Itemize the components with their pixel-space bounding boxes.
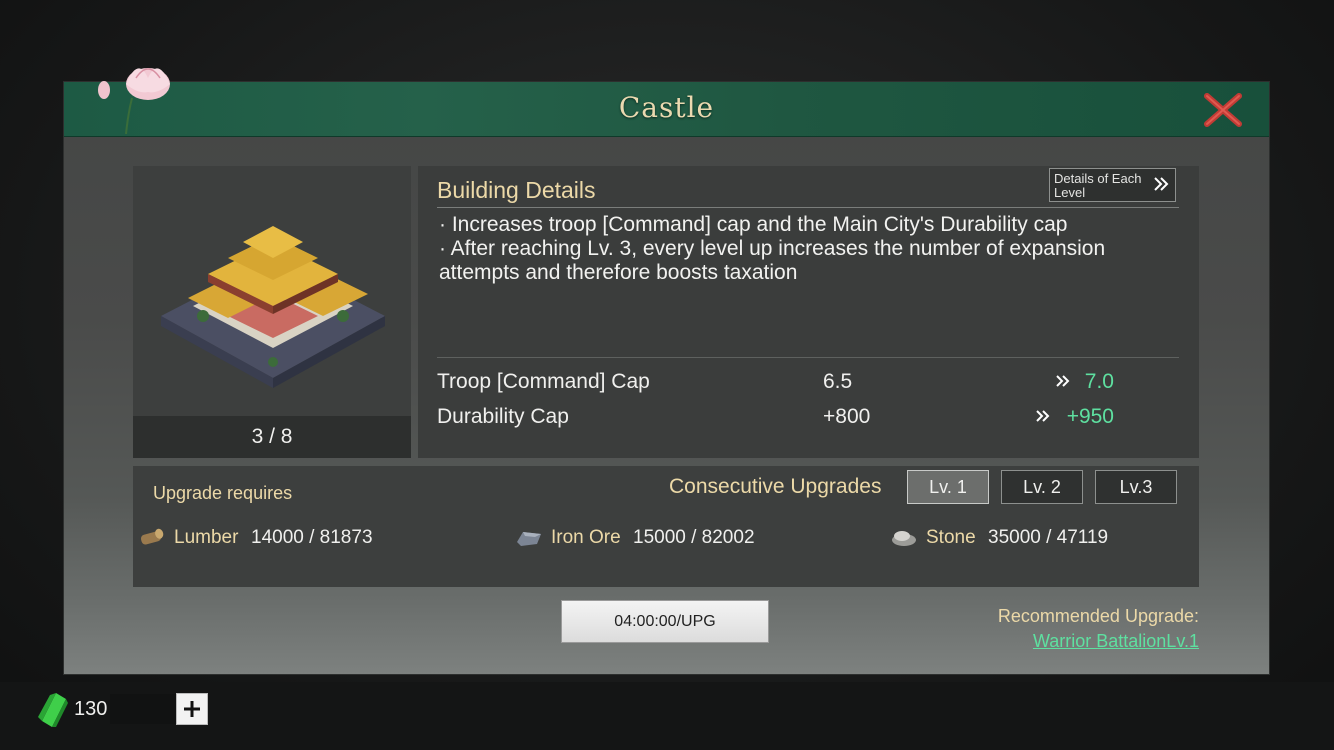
jade-icon xyxy=(38,693,68,727)
resource-amount: 35000 / 47119 xyxy=(988,527,1109,548)
building-level-count: 3 / 8 xyxy=(251,425,293,448)
resource-iron-ore: Iron Ore 15000 / 82002 xyxy=(515,526,775,552)
upgrade-requires-label: Upgrade requires xyxy=(153,483,293,503)
jade-amount: 130 xyxy=(74,698,108,720)
close-button[interactable] xyxy=(1203,92,1243,128)
resource-lumber: Lumber 14000 / 81873 xyxy=(138,526,398,552)
stat-name: Durability Cap xyxy=(437,405,569,428)
level-3-button[interactable]: Lv.3 xyxy=(1095,470,1177,504)
building-description: · Increases troop [Command] cap and the … xyxy=(439,213,1179,285)
plus-icon xyxy=(184,701,200,717)
details-each-level-button[interactable]: Details of Each Level xyxy=(1049,168,1176,202)
resource-name: Lumber xyxy=(174,527,239,548)
description-line: · Increases troop [Command] cap and the … xyxy=(439,213,1068,236)
resource-amount: 15000 / 82002 xyxy=(633,527,755,548)
recommended-upgrade-link[interactable]: Warrior BattalionLv.1 xyxy=(998,629,1199,654)
resource-amount: 14000 / 81873 xyxy=(251,527,373,548)
stat-row-durability-cap: Durability Cap +800 +950 xyxy=(437,405,1179,435)
jade-amount-field xyxy=(110,694,176,724)
stat-name: Troop [Command] Cap xyxy=(437,370,650,393)
lumber-icon xyxy=(140,528,164,545)
double-chevron-right-icon xyxy=(1036,410,1050,422)
resource-name: Iron Ore xyxy=(551,527,621,548)
stat-current-value: 6.5 xyxy=(823,370,853,393)
resource-stone: Stone 35000 / 47119 xyxy=(890,526,1150,552)
castle-building-image xyxy=(161,226,385,388)
building-details-panel: Building Details Details of Each Level ·… xyxy=(418,166,1199,458)
iron-ore-icon xyxy=(517,532,541,546)
description-line: · After reaching Lv. 3, every level up i… xyxy=(439,237,1106,284)
details-each-level-label: Details of Each Level xyxy=(1054,171,1142,200)
double-chevron-right-icon xyxy=(1056,375,1070,387)
lotus-ornament-icon xyxy=(98,68,170,134)
castle-dialog: Castle 3 / 8 Building Details Details of… xyxy=(64,68,1269,674)
divider xyxy=(437,357,1179,358)
stat-next-value: 7.0 xyxy=(1084,370,1114,393)
divider xyxy=(437,207,1179,208)
dialog-title: Castle xyxy=(618,91,715,124)
upgrade-requirements-panel: Upgrade requires Consecutive Upgrades Lv… xyxy=(133,466,1199,587)
stat-next-value: +950 xyxy=(1066,405,1114,428)
stat-current-value: +800 xyxy=(823,405,871,428)
recommended-upgrade: Recommended Upgrade: Warrior BattalionLv… xyxy=(998,604,1199,654)
resource-name: Stone xyxy=(926,527,976,548)
level-2-button[interactable]: Lv. 2 xyxy=(1001,470,1083,504)
double-chevron-right-icon xyxy=(1154,177,1169,191)
title-bar: Castle xyxy=(64,82,1269,137)
building-image-panel: 3 / 8 xyxy=(133,166,411,458)
upgrade-timer-button[interactable]: 04:00:00/UPG xyxy=(561,600,769,643)
consecutive-upgrades-label: Consecutive Upgrades xyxy=(669,475,882,498)
stone-icon xyxy=(892,531,916,546)
add-jade-button[interactable] xyxy=(176,693,208,725)
stat-row-troop-command-cap: Troop [Command] Cap 6.5 7.0 xyxy=(437,370,1179,400)
level-1-button[interactable]: Lv. 1 xyxy=(907,470,989,504)
details-heading: Building Details xyxy=(437,177,596,203)
recommended-upgrade-label: Recommended Upgrade: xyxy=(997,606,1199,626)
